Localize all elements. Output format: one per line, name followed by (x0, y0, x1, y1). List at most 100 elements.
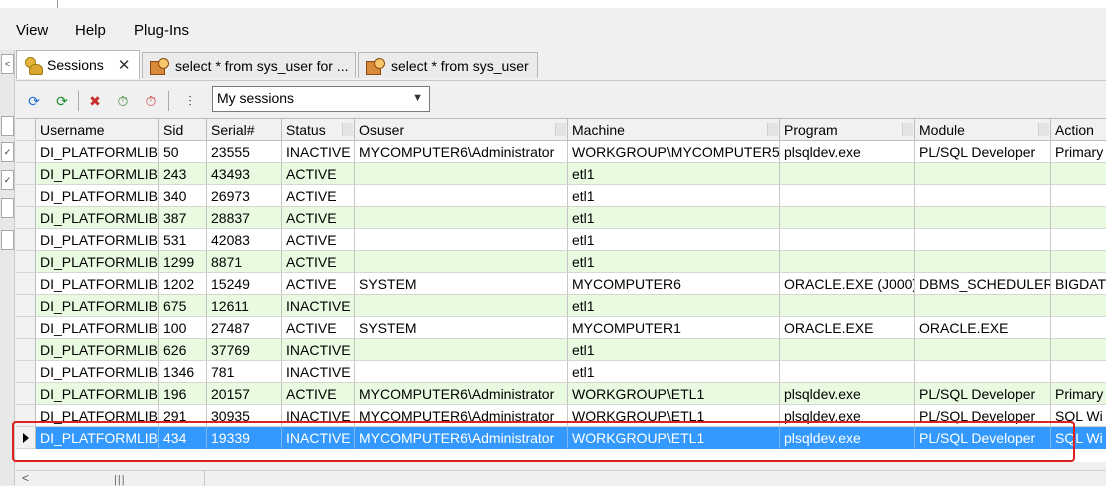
cell-action[interactable]: BIGDAT (1051, 273, 1106, 295)
cell-username[interactable]: DI_PLATFORMLIB (36, 427, 159, 449)
column-header-username[interactable]: Username (36, 119, 159, 141)
row-indicator[interactable] (16, 427, 36, 449)
cell-sid[interactable]: 100 (159, 317, 207, 339)
cell-status[interactable]: ACTIVE (282, 273, 355, 295)
row-indicator[interactable] (16, 295, 36, 317)
row-indicator[interactable] (16, 361, 36, 383)
cell-program[interactable] (780, 163, 915, 185)
menu-view[interactable]: View (16, 22, 48, 39)
cell-module[interactable] (915, 361, 1051, 383)
cell-program[interactable] (780, 207, 915, 229)
cell-username[interactable]: DI_PLATFORMLIB (36, 207, 159, 229)
row-indicator[interactable] (16, 251, 36, 273)
cell-action[interactable] (1051, 163, 1106, 185)
cell-module[interactable]: PL/SQL Developer (915, 427, 1051, 449)
table-row-selected[interactable]: DI_PLATFORMLIB 434 19339 INACTIVE MYCOMPUTER… (16, 427, 1106, 449)
cell-osuser[interactable] (355, 207, 568, 229)
cell-program[interactable] (780, 185, 915, 207)
cell-serial[interactable]: 12611 (207, 295, 282, 317)
column-header-machine[interactable]: Machine (568, 119, 780, 141)
cell-status[interactable]: INACTIVE (282, 141, 355, 163)
cell-program[interactable] (780, 295, 915, 317)
timer-button[interactable]: ⏱ (113, 91, 133, 111)
cell-serial[interactable]: 781 (207, 361, 282, 383)
cell-machine[interactable]: WORKGROUP\ETL1 (568, 427, 780, 449)
filter-settings-button[interactable]: ⫶ (180, 91, 200, 111)
scroll-thumb-grip-icon[interactable]: ||| (114, 474, 126, 486)
cell-action[interactable] (1051, 185, 1106, 207)
table-row[interactable]: DI_PLATFORMLIB 291 30935 INACTIVE MYCOMPUTER… (16, 405, 1106, 427)
panel-check-icon[interactable]: ✓ (1, 170, 14, 190)
cell-sid[interactable]: 626 (159, 339, 207, 361)
session-filter-select[interactable]: My sessions ▼ (212, 86, 430, 112)
cell-status[interactable]: ACTIVE (282, 185, 355, 207)
table-row[interactable]: DI_PLATFORMLIB 243 43493 ACTIVE etl1 (16, 163, 1106, 185)
column-header-module[interactable]: Module (915, 119, 1051, 141)
row-indicator[interactable] (16, 163, 36, 185)
cell-action[interactable]: Primary (1051, 383, 1106, 405)
cell-osuser[interactable] (355, 339, 568, 361)
table-row[interactable]: DI_PLATFORMLIB 100 27487 ACTIVE SYSTEM MYCOMP… (16, 317, 1106, 339)
cell-machine[interactable]: MYCOMPUTER1 (568, 317, 780, 339)
kill-session-button[interactable]: ✖ (85, 91, 105, 111)
menu-help[interactable]: Help (75, 22, 106, 39)
cell-action[interactable] (1051, 339, 1106, 361)
cell-sid[interactable]: 387 (159, 207, 207, 229)
cell-osuser[interactable]: MYCOMPUTER6\Administrator (355, 141, 568, 163)
cell-serial[interactable]: 20157 (207, 383, 282, 405)
panel-item-icon[interactable] (1, 198, 14, 218)
cell-machine[interactable]: WORKGROUP\ETL1 (568, 405, 780, 427)
cell-action[interactable]: SQL Wi (1051, 405, 1106, 427)
cell-module[interactable]: PL/SQL Developer (915, 383, 1051, 405)
tab-sql-window-1[interactable]: select * from sys_user for ... (142, 52, 356, 78)
cell-module[interactable] (915, 163, 1051, 185)
cell-action[interactable] (1051, 361, 1106, 383)
timer-stop-button[interactable]: ⏱ (141, 91, 161, 111)
table-row[interactable]: DI_PLATFORMLIB 1299 8871 ACTIVE etl1 (16, 251, 1106, 273)
row-indicator[interactable] (16, 273, 36, 295)
cell-serial[interactable]: 26973 (207, 185, 282, 207)
cell-status[interactable]: ACTIVE (282, 229, 355, 251)
panel-collapse-left-icon[interactable]: < (1, 54, 14, 74)
cell-program[interactable]: plsqldev.exe (780, 141, 915, 163)
cell-machine[interactable]: MYCOMPUTER6 (568, 273, 780, 295)
row-indicator[interactable] (16, 229, 36, 251)
cell-action[interactable] (1051, 229, 1106, 251)
cell-machine[interactable]: etl1 (568, 207, 780, 229)
column-header-action[interactable]: Action (1051, 119, 1106, 141)
cell-sid[interactable]: 196 (159, 383, 207, 405)
panel-item-icon[interactable] (1, 230, 14, 250)
tab-sessions[interactable]: Sessions ✕ (16, 50, 140, 79)
cell-osuser[interactable] (355, 185, 568, 207)
table-row[interactable]: DI_PLATFORMLIB 1202 15249 ACTIVE SYSTEM MYCOM… (16, 273, 1106, 295)
column-filter-icon[interactable] (555, 123, 566, 136)
scroll-left-icon[interactable]: < (22, 471, 29, 485)
close-icon[interactable]: ✕ (118, 56, 131, 74)
refresh-button[interactable]: ⟳ (24, 91, 44, 111)
cell-username[interactable]: DI_PLATFORMLIB (36, 361, 159, 383)
table-row[interactable]: DI_PLATFORMLIB 387 28837 ACTIVE etl1 (16, 207, 1106, 229)
cell-username[interactable]: DI_PLATFORMLIB (36, 163, 159, 185)
cell-status[interactable]: INACTIVE (282, 427, 355, 449)
cell-program[interactable] (780, 361, 915, 383)
cell-action[interactable]: Primary (1051, 141, 1106, 163)
row-indicator[interactable] (16, 185, 36, 207)
cell-serial[interactable]: 28837 (207, 207, 282, 229)
cell-module[interactable]: PL/SQL Developer (915, 405, 1051, 427)
cell-module[interactable] (915, 295, 1051, 317)
cell-action[interactable]: SQL Wi (1051, 427, 1106, 449)
cell-module[interactable] (915, 207, 1051, 229)
horizontal-scrollbar[interactable]: < ||| (16, 470, 1106, 486)
cell-action[interactable] (1051, 207, 1106, 229)
cell-username[interactable]: DI_PLATFORMLIB (36, 317, 159, 339)
cell-status[interactable]: ACTIVE (282, 163, 355, 185)
table-row[interactable]: DI_PLATFORMLIB 196 20157 ACTIVE MYCOMPUTER6\… (16, 383, 1106, 405)
column-header-osuser[interactable]: Osuser (355, 119, 568, 141)
cell-osuser[interactable] (355, 229, 568, 251)
column-filter-icon[interactable] (1038, 123, 1049, 136)
auto-refresh-button[interactable]: ⟳ (52, 91, 72, 111)
cell-program[interactable]: ORACLE.EXE (780, 317, 915, 339)
cell-username[interactable]: DI_PLATFORMLIB (36, 405, 159, 427)
table-row[interactable]: DI_PLATFORMLIB 626 37769 INACTIVE etl1 (16, 339, 1106, 361)
cell-status[interactable]: INACTIVE (282, 405, 355, 427)
